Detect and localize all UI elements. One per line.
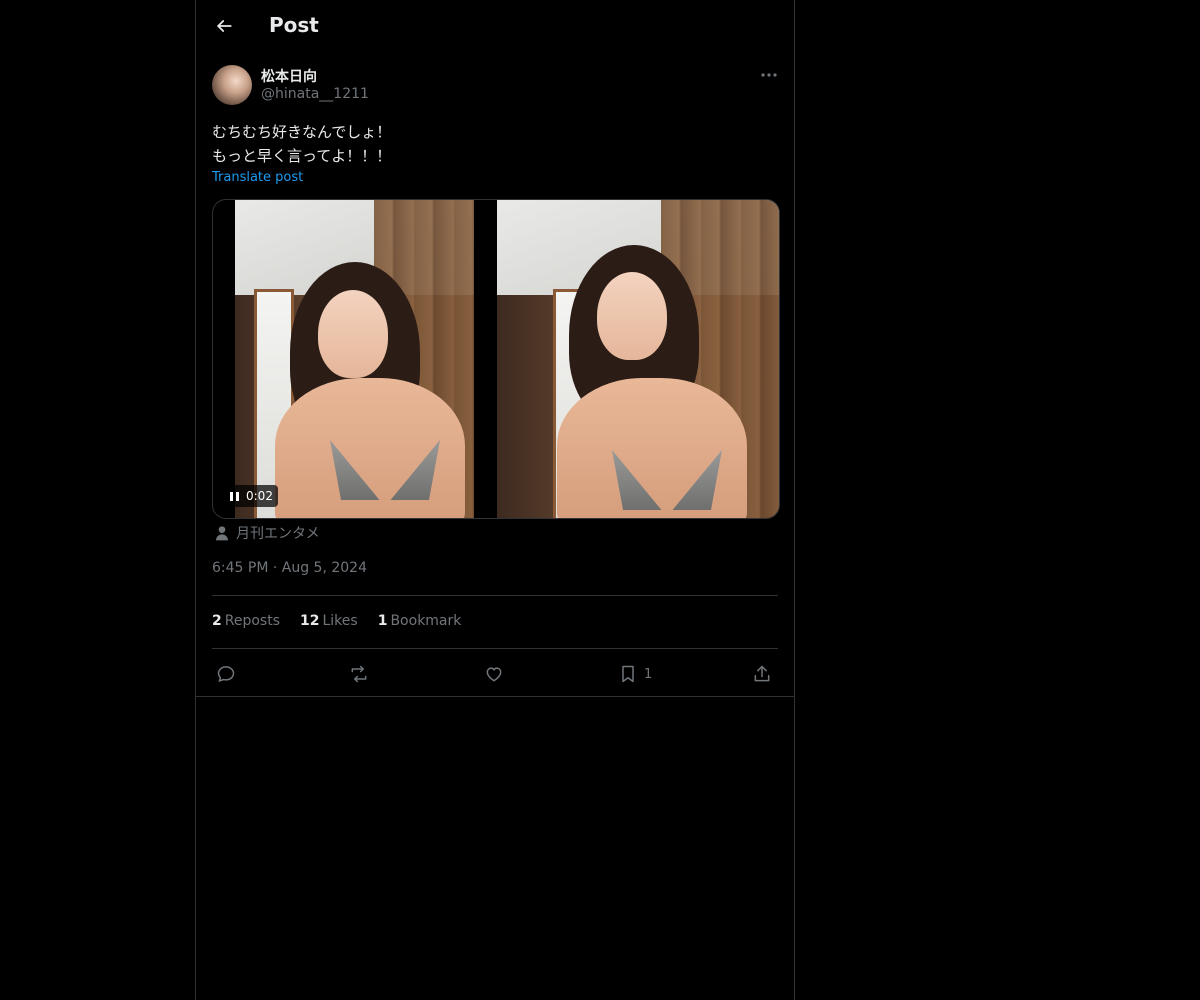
media-source[interactable]: 月刊エンタメ xyxy=(214,523,320,543)
pause-icon[interactable] xyxy=(230,491,239,501)
repost-icon xyxy=(351,665,367,683)
video-controls: 0:02 xyxy=(223,485,278,507)
share-icon xyxy=(754,665,770,682)
share-button[interactable] xyxy=(752,660,772,688)
avatar[interactable] xyxy=(212,65,252,105)
back-arrow-icon xyxy=(217,20,232,32)
bookmark-icon xyxy=(622,665,634,683)
back-button[interactable] xyxy=(208,10,240,42)
author-display-name[interactable]: 松本日向 xyxy=(261,66,317,86)
post-actions: 1 xyxy=(212,660,778,688)
post-media-video[interactable]: 0:02 xyxy=(212,199,780,519)
divider xyxy=(212,595,778,596)
bookmark-button[interactable]: 1 xyxy=(618,660,652,688)
reply-button[interactable] xyxy=(216,660,236,688)
post-header: Post xyxy=(196,0,794,54)
reposts-stat[interactable]: 2 Reposts xyxy=(212,613,280,629)
post-column: Post 松本日向 @hinata__1211 むちむち好きなんでしょ！ もっと… xyxy=(195,0,795,1000)
author-handle[interactable]: @hinata__1211 xyxy=(261,86,369,102)
repost-button[interactable] xyxy=(349,660,369,688)
translate-post-link[interactable]: Translate post xyxy=(212,170,303,185)
source-label: 月刊エンタメ xyxy=(236,526,320,542)
bookmark-count: 1 xyxy=(644,666,653,682)
divider xyxy=(196,696,794,697)
more-options-button[interactable] xyxy=(757,66,781,84)
media-image-right xyxy=(497,200,779,518)
like-button[interactable] xyxy=(484,660,504,688)
post-text: むちむち好きなんでしょ！ もっと早く言ってよ！！！ xyxy=(212,123,392,165)
post-timestamp[interactable]: 6:45 PM · Aug 5, 2024 xyxy=(212,560,367,576)
media-image-left xyxy=(235,200,474,518)
person-icon xyxy=(216,526,228,541)
bookmarks-stat[interactable]: 1 Bookmark xyxy=(378,613,462,629)
likes-stat[interactable]: 12 Likes xyxy=(300,613,358,629)
like-icon xyxy=(486,667,502,682)
divider xyxy=(212,648,778,649)
video-time: 0:02 xyxy=(246,489,273,503)
reply-icon xyxy=(217,666,235,682)
post-stats: 2 Reposts 12 Likes 1 Bookmark xyxy=(212,613,461,629)
more-icon xyxy=(761,73,777,77)
page-title: Post xyxy=(269,13,319,37)
